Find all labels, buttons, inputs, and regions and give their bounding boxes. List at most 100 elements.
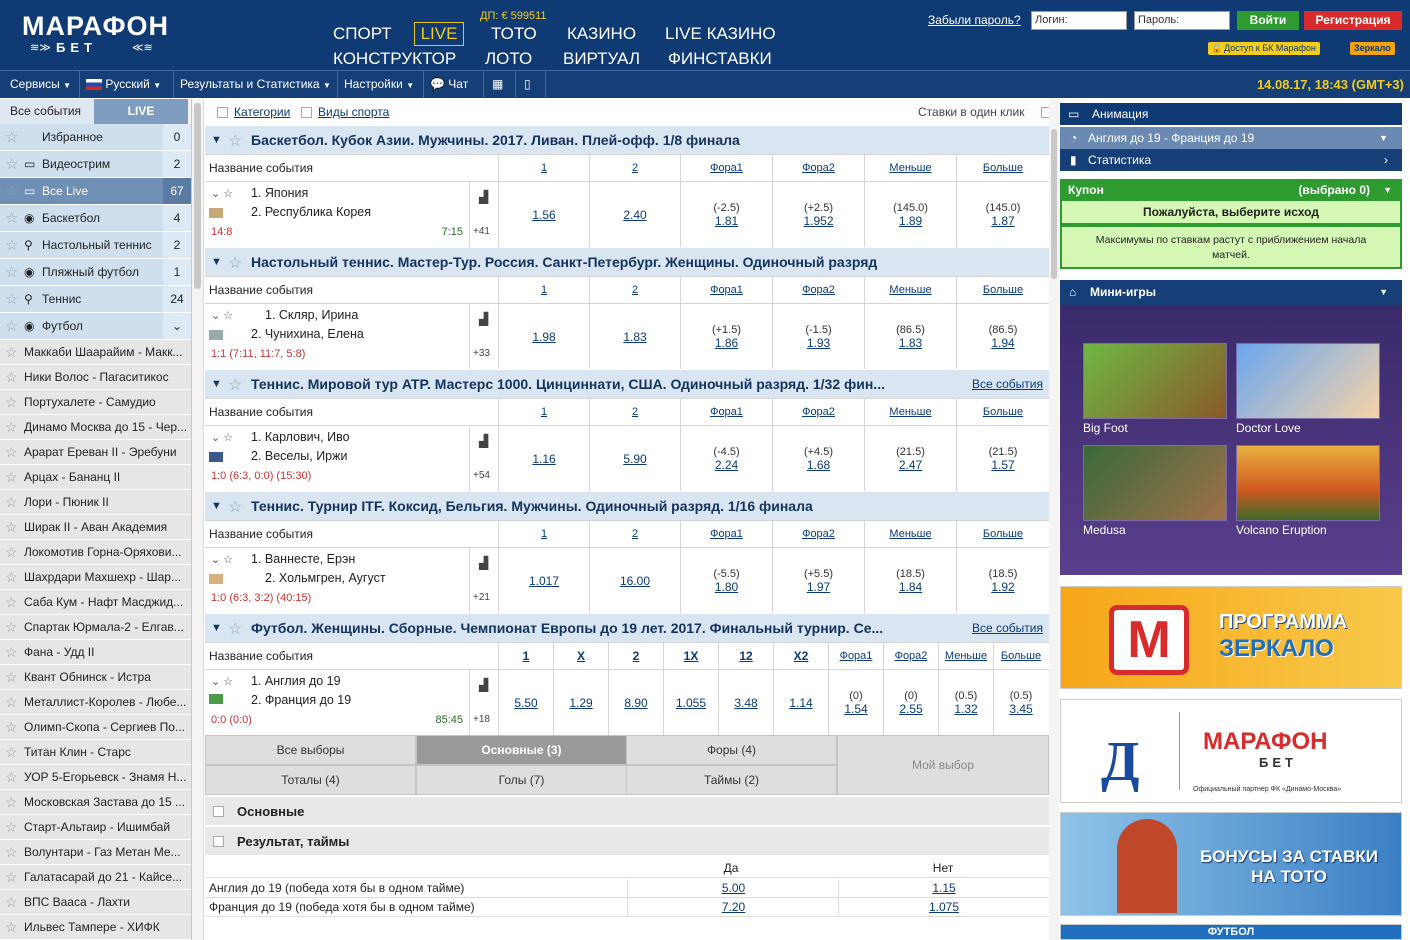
password-input[interactable]: Пароль:	[1134, 11, 1230, 30]
nav-casino[interactable]: КАЗИНО	[567, 24, 636, 44]
odds-value[interactable]: 1.89	[899, 214, 922, 228]
list-item[interactable]: ☆ Портухалете - Самудио	[0, 390, 191, 415]
tab-live[interactable]: LIVE	[94, 99, 188, 124]
more-markets-button[interactable]: ▟ +21	[469, 548, 499, 614]
odds-value[interactable]: 1.83	[899, 336, 922, 350]
odds-col-header[interactable]: 1	[498, 643, 553, 670]
list-item[interactable]: ☆ Ширак II - Аван Академия	[0, 515, 191, 540]
star-icon[interactable]: ☆	[5, 640, 18, 664]
sidebar-item-2[interactable]: ☆ ▭ Все Live 67	[0, 178, 191, 205]
odds-col-header[interactable]: Больше	[956, 521, 1049, 548]
odds-cell[interactable]: (21.5) 1.57	[956, 426, 1049, 492]
odds-col-header[interactable]: 1X	[663, 643, 718, 670]
odds-value[interactable]: 5.50	[514, 696, 537, 710]
star-icon[interactable]: ☆	[5, 205, 18, 232]
odds-cell[interactable]: (+5.5) 1.97	[772, 548, 864, 614]
list-item[interactable]: ☆ Спартак Юрмала-2 - Елгав...	[0, 615, 191, 640]
forgot-password-link[interactable]: Забыли пароль?	[928, 13, 1021, 27]
odds-value[interactable]: 1.15	[838, 879, 1049, 898]
odds-col-header[interactable]: 2	[608, 643, 663, 670]
nav-live-casino[interactable]: LIVE КАЗИНО	[665, 24, 776, 44]
list-item[interactable]: ☆ ВПС Вааса - Лахти	[0, 890, 191, 915]
odds-col-header[interactable]: Фора2	[772, 155, 864, 182]
list-item[interactable]: ☆ Ильвес Тампере - ХИФК	[0, 915, 191, 940]
star-icon[interactable]: ☆	[228, 131, 242, 151]
categories-checkbox[interactable]	[217, 107, 228, 118]
event-group-header[interactable]: ▼ ☆ Теннис. Мировой тур ATP. Мастерс 1000.…	[205, 369, 1049, 398]
bet-tab[interactable]: Тоталы (4)	[205, 765, 416, 795]
game-medusa[interactable]	[1083, 445, 1227, 521]
star-icon[interactable]: ☆	[228, 497, 242, 517]
bet-tab[interactable]: Форы (4)	[626, 735, 837, 765]
stats-chart-icon[interactable]: ▟	[479, 190, 488, 204]
coupon-header[interactable]: Купон (выбрано 0) ▼	[1060, 179, 1402, 201]
list-item[interactable]: ☆ УОР 5-Егорьевск - Знамя Н...	[0, 765, 191, 790]
odds-col-header[interactable]: Меньше	[938, 643, 993, 670]
odds-value[interactable]: 1.16	[532, 452, 555, 466]
menu-settings[interactable]: Настройки ▼	[338, 71, 424, 98]
mobile-toggle[interactable]: ▯	[516, 71, 546, 98]
stats-chart-icon[interactable]: ▟	[479, 312, 488, 326]
oneclick-checkbox[interactable]	[1041, 107, 1049, 118]
odds-cell[interactable]: (0) 1.54	[828, 670, 883, 736]
odds-value[interactable]: 1.952	[803, 214, 833, 228]
more-markets-button[interactable]: ▟ +41	[469, 182, 499, 248]
nav-finstavki[interactable]: ФИНСТАВКИ	[668, 49, 772, 69]
star-icon[interactable]: ☆	[5, 590, 18, 614]
list-item[interactable]: ☆ Маккаби Шаарайим - Макк...	[0, 340, 191, 365]
odds-col-header[interactable]: 12	[718, 643, 773, 670]
odds-value[interactable]: 7.20	[627, 898, 839, 917]
star-icon[interactable]: ☆	[5, 815, 18, 839]
list-item[interactable]: ☆ Арцах - Бананц II	[0, 465, 191, 490]
odds-value[interactable]: 3.45	[1009, 702, 1032, 716]
odds-col-header[interactable]: Меньше	[864, 155, 956, 182]
star-icon[interactable]: ☆	[5, 765, 18, 789]
sidebar-item-3[interactable]: ☆ ◉ Баскетбол 4	[0, 205, 191, 232]
odds-value[interactable]: 16.00	[620, 574, 650, 588]
event-group-header[interactable]: ▼ ☆ Баскетбол. Кубок Азии. Мужчины. 2017. …	[205, 125, 1049, 154]
odds-col-header[interactable]: Фора1	[680, 155, 772, 182]
star-icon[interactable]: ☆	[5, 665, 18, 689]
list-item[interactable]: ☆ Лори - Пюник II	[0, 490, 191, 515]
odds-value[interactable]: 1.017	[529, 574, 559, 588]
list-item[interactable]: ☆ Галатасарай до 21 - Кайсе...	[0, 865, 191, 890]
odds-cell[interactable]: 1.29	[553, 670, 608, 736]
odds-value[interactable]: 1.56	[532, 208, 555, 222]
star-icon[interactable]: ☆	[5, 313, 18, 340]
odds-cell[interactable]: (-1.5) 1.93	[772, 304, 864, 370]
star-icon[interactable]: ☆	[228, 253, 242, 273]
odds-col-header[interactable]: Меньше	[864, 399, 956, 426]
odds-value[interactable]: 2.55	[899, 702, 922, 716]
section-checkbox[interactable]	[213, 806, 224, 817]
list-item[interactable]: ☆ Локомотив Горна-Оряхови...	[0, 540, 191, 565]
market-section[interactable]: Основные	[205, 796, 1049, 825]
odds-col-header[interactable]: 2	[589, 277, 680, 304]
odds-cell[interactable]: 1.83	[589, 304, 680, 370]
odds-cell[interactable]: (145.0) 1.87	[956, 182, 1049, 248]
more-markets-button[interactable]: ▟ +33	[469, 304, 499, 370]
odds-value[interactable]: 1.86	[715, 336, 738, 350]
odds-value[interactable]: 1.93	[807, 336, 830, 350]
star-icon[interactable]: ☆	[5, 790, 18, 814]
bet-tab[interactable]: Голы (7)	[416, 765, 627, 795]
star-icon[interactable]: ☆	[5, 515, 18, 539]
star-icon[interactable]: ☆	[5, 365, 18, 389]
main-scrollbar[interactable]	[1049, 99, 1059, 940]
odds-cell[interactable]: 5.90	[589, 426, 680, 492]
animation-header[interactable]: ▭ Анимация	[1060, 103, 1402, 125]
game-volcano[interactable]	[1236, 445, 1380, 521]
chevron-down-icon[interactable]: ▼	[211, 378, 222, 390]
odds-value[interactable]: 3.48	[734, 696, 757, 710]
star-icon[interactable]: ☆	[5, 840, 18, 864]
sidebar-item-0[interactable]: ☆ Избранное 0	[0, 124, 191, 151]
sidebar-item-6[interactable]: ☆ ⚲ Теннис 24	[0, 286, 191, 313]
game-doctor-love[interactable]	[1236, 343, 1380, 419]
star-icon[interactable]: ☆	[5, 915, 18, 939]
section-checkbox[interactable]	[213, 836, 224, 847]
star-icon[interactable]: ☆	[5, 540, 18, 564]
tab-all-events[interactable]: Все события	[0, 99, 94, 124]
stats-chart-icon[interactable]: ▟	[479, 678, 488, 692]
chevron-down-icon[interactable]: ▼	[211, 622, 222, 634]
odds-value[interactable]: 1.84	[899, 580, 922, 594]
game-bigfoot[interactable]	[1083, 343, 1227, 419]
